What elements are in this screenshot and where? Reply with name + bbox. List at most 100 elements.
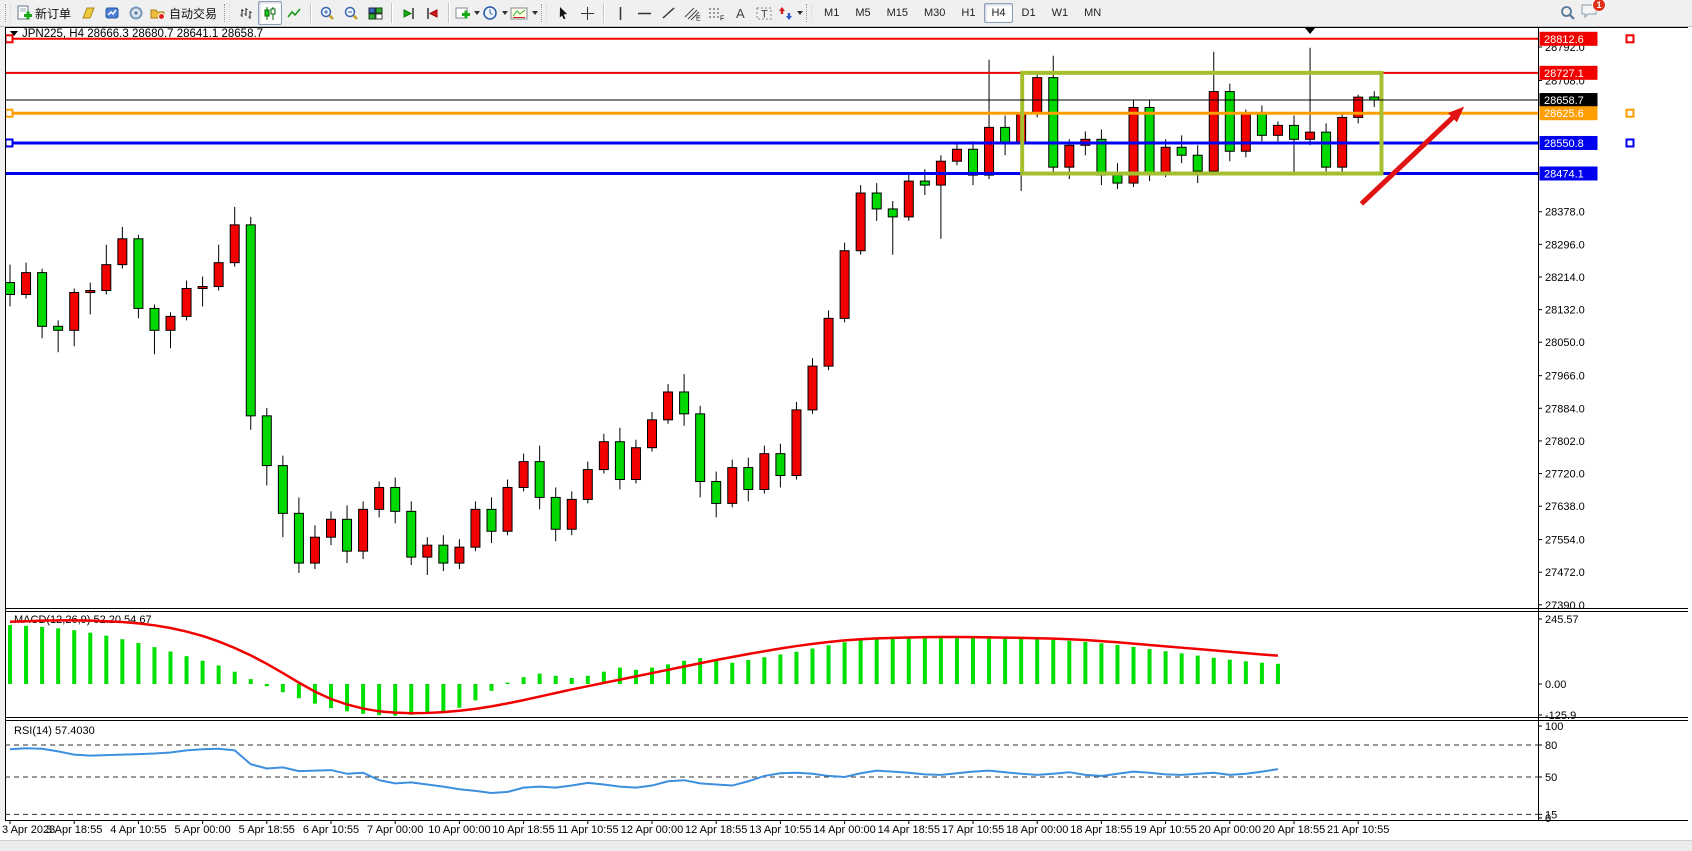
search-icon — [1559, 4, 1577, 22]
macd-histogram-bar — [313, 684, 317, 704]
bar-chart-button[interactable] — [234, 1, 258, 25]
line-chart-button[interactable] — [282, 1, 306, 25]
timeframe-button-m15[interactable]: M15 — [880, 3, 915, 23]
toolbar-separator — [310, 3, 311, 23]
fibonacci-button[interactable]: F — [704, 1, 728, 25]
date-label[interactable]: 19 Apr 10:55 — [1134, 824, 1196, 836]
price-tick-label: 27472.0 — [1545, 567, 1585, 579]
svg-text:E: E — [696, 15, 701, 22]
toolbar-grip[interactable] — [541, 4, 547, 22]
candle-body — [455, 547, 464, 563]
date-label[interactable]: 12 Apr 18:55 — [685, 824, 747, 836]
text-button[interactable]: A — [728, 1, 752, 25]
toolbar-grip[interactable] — [806, 4, 812, 22]
crosshair-button[interactable] — [575, 1, 599, 25]
options-button[interactable] — [124, 1, 148, 25]
candle-body — [920, 181, 929, 185]
date-label[interactable]: 18 Apr 00:00 — [1006, 824, 1068, 836]
timeframe-button-mn[interactable]: MN — [1077, 3, 1108, 23]
auto-trading-button[interactable]: 自动交易 — [148, 1, 222, 25]
zoom-out-button[interactable] — [339, 1, 363, 25]
chart-shift-icon — [424, 5, 441, 22]
timeframe-button-d1[interactable]: D1 — [1015, 3, 1043, 23]
timeframe-button-h4[interactable]: H4 — [984, 3, 1012, 23]
date-label[interactable]: 14 Apr 00:00 — [813, 824, 875, 836]
dropdown-caret — [797, 11, 803, 15]
text-icon: A — [733, 5, 748, 22]
indicators-button[interactable] — [453, 1, 481, 25]
date-label[interactable]: 11 Apr 10:55 — [557, 824, 619, 836]
candle-body — [166, 316, 175, 330]
cursor-button[interactable] — [551, 1, 575, 25]
dropdown-caret — [502, 11, 508, 15]
date-label[interactable]: 6 Apr 10:55 — [303, 824, 359, 836]
line-handle[interactable] — [1627, 139, 1634, 146]
macd-histogram-bar — [907, 637, 911, 684]
date-label[interactable]: 5 Apr 18:55 — [239, 824, 295, 836]
macd-histogram-bar — [201, 661, 205, 684]
candle-body — [824, 318, 833, 366]
macd-histogram-bar — [1019, 638, 1023, 684]
line-handle[interactable] — [1627, 35, 1634, 42]
text-label-button[interactable]: T — [752, 1, 776, 25]
line-chart-icon — [286, 5, 303, 22]
macd-histogram-bar — [875, 638, 879, 684]
rsi-scale-label: 80 — [1545, 740, 1557, 752]
timeframe-button-m5[interactable]: M5 — [848, 3, 877, 23]
date-label[interactable]: 7 Apr 00:00 — [367, 824, 423, 836]
macd-histogram-bar — [827, 645, 831, 684]
date-label[interactable]: 21 Apr 10:55 — [1327, 824, 1389, 836]
search-button[interactable] — [1556, 1, 1580, 25]
date-label[interactable]: 5 Apr 00:00 — [174, 824, 230, 836]
candlestick-chart-button[interactable] — [258, 1, 282, 25]
date-label[interactable]: 10 Apr 00:00 — [428, 824, 490, 836]
price-tick-label: 28214.0 — [1545, 272, 1585, 284]
timeframe-button-h1[interactable]: H1 — [954, 3, 982, 23]
macd-histogram-bar — [1083, 642, 1087, 684]
macd-histogram-bar — [1115, 645, 1119, 684]
line-handle[interactable] — [6, 110, 13, 117]
date-label[interactable]: 17 Apr 10:55 — [942, 824, 1004, 836]
date-label[interactable]: 10 Apr 18:55 — [492, 824, 554, 836]
toolbar-grip[interactable] — [224, 4, 230, 22]
candle-body — [1049, 78, 1058, 168]
rsi-scale-label: 0 — [1545, 813, 1551, 825]
date-label[interactable]: 14 Apr 18:55 — [878, 824, 940, 836]
candle-body — [343, 519, 352, 551]
date-label[interactable]: 4 Apr 10:55 — [110, 824, 166, 836]
line-handle[interactable] — [1627, 110, 1634, 117]
date-label[interactable]: 13 Apr 10:55 — [749, 824, 811, 836]
new-order-button[interactable]: 新订单 — [15, 1, 76, 25]
date-label[interactable]: 18 Apr 18:55 — [1070, 824, 1132, 836]
date-label[interactable]: 20 Apr 18:55 — [1263, 824, 1325, 836]
chart-shift-button[interactable] — [420, 1, 444, 25]
date-label[interactable]: 20 Apr 00:00 — [1199, 824, 1261, 836]
timeframe-button-m1[interactable]: M1 — [817, 3, 846, 23]
date-label[interactable]: 3 Apr 18:55 — [46, 824, 102, 836]
trendline-button[interactable] — [656, 1, 680, 25]
chart-canvas[interactable]: JPN225, H4 28666.3 28680.7 28641.1 28658… — [0, 0, 1692, 851]
vertical-line-button[interactable] — [608, 1, 632, 25]
tile-windows-button[interactable] — [363, 1, 387, 25]
profiles-button[interactable] — [76, 1, 100, 25]
timeframe-button-m30[interactable]: M30 — [917, 3, 952, 23]
auto-scroll-button[interactable] — [396, 1, 420, 25]
equidistant-channel-button[interactable]: E — [680, 1, 704, 25]
timeframe-button-w1[interactable]: W1 — [1045, 3, 1076, 23]
macd-scale-label: 0.00 — [1545, 679, 1566, 691]
window-edge — [0, 27, 5, 820]
date-label[interactable]: 12 Apr 00:00 — [621, 824, 683, 836]
line-handle[interactable] — [6, 139, 13, 146]
zoom-in-button[interactable] — [315, 1, 339, 25]
market-watch-button[interactable] — [100, 1, 124, 25]
templates-button[interactable] — [509, 1, 539, 25]
notifications-button[interactable]: 1 — [1580, 2, 1600, 25]
candle-body — [631, 448, 640, 480]
candlestick-chart-icon — [262, 5, 279, 22]
arrows-button[interactable] — [776, 1, 804, 25]
horizontal-line-button[interactable] — [632, 1, 656, 25]
line-handle[interactable] — [6, 35, 13, 42]
periods-button[interactable] — [481, 1, 509, 25]
toolbar-grip[interactable] — [5, 4, 11, 22]
price-tag-label: 28812.6 — [1544, 34, 1584, 46]
